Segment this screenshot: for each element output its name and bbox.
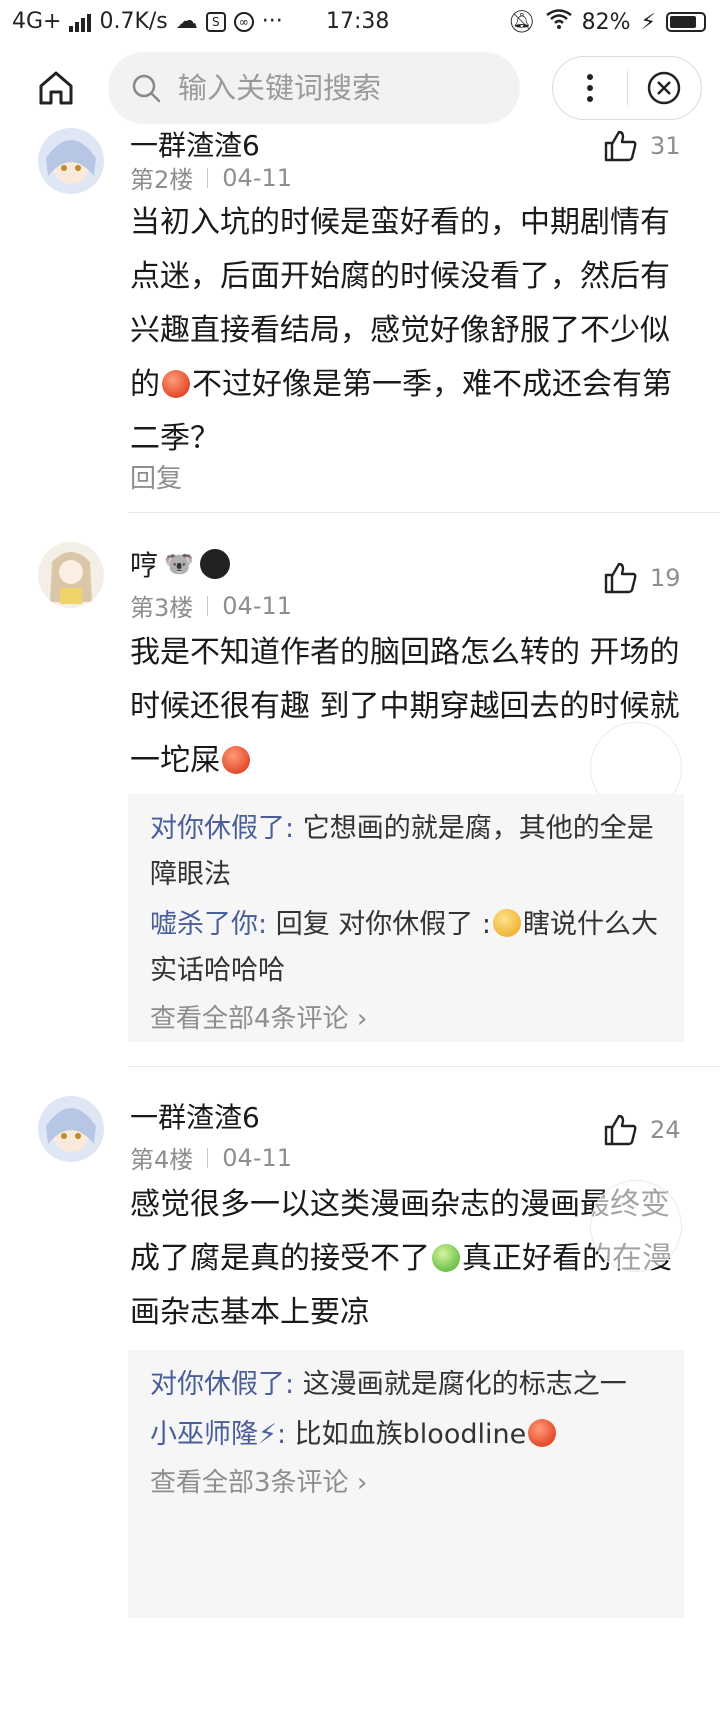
avatar[interactable] <box>38 542 104 608</box>
black-face-icon <box>199 549 230 579</box>
comment-meta: 第4楼 04-11 <box>130 1140 292 1175</box>
comment-meta: 第3楼 04-11 <box>130 588 292 623</box>
chevron-right-icon: › <box>356 1004 368 1034</box>
charging-icon: ⚡ <box>640 9 656 35</box>
sub-comment: 对你休假了: 这漫画就是腐化的标志之一 <box>150 1369 627 1400</box>
comment-text: 当初入坑的时候是蛮好看的，中期剧情有点迷，后面开始腐的时候没看了，然后有兴趣直接… <box>130 205 672 456</box>
divider <box>128 512 720 513</box>
divider <box>128 1066 720 1067</box>
angry-emoji-icon <box>162 370 190 398</box>
reply-button[interactable]: 回复 <box>130 458 182 495</box>
sub-comment-user[interactable]: 小巫师隆⚡: <box>150 1419 286 1450</box>
more-button[interactable] <box>553 57 627 119</box>
signal-icon <box>69 12 92 32</box>
like-count: 19 <box>650 564 681 592</box>
close-button[interactable] <box>628 57 702 119</box>
wifi-icon <box>545 9 572 35</box>
comment-meta: 第2楼 04-11 <box>130 160 292 195</box>
avatar[interactable] <box>38 128 104 194</box>
like-button[interactable]: 24 <box>604 1114 681 1146</box>
clock: 17:38 <box>326 9 390 34</box>
sub-comment-user[interactable]: 嘘杀了你: <box>150 909 267 940</box>
thumbs-up-icon <box>604 562 637 594</box>
status-bar: 4G+ 0.7K/s ☁ S ∞ ··· 17:38 🔕︎ 82% ⚡ <box>0 0 720 48</box>
more-vertical-icon <box>586 74 593 102</box>
angry-emoji-icon <box>528 1419 557 1447</box>
sub-comment-user[interactable]: 对你休假了: <box>150 813 294 844</box>
sub-comment-user[interactable]: 对你休假了: <box>150 1369 294 1400</box>
mute-icon: 🔕︎ <box>507 9 536 35</box>
mini-program-capsule <box>552 56 702 120</box>
close-icon <box>648 71 681 105</box>
top-bar <box>0 48 720 128</box>
username[interactable]: 哼 🐨 <box>130 544 230 584</box>
app-notification-icon: S <box>205 11 226 32</box>
like-count: 24 <box>650 1116 681 1144</box>
sub-comment-box: 对你休假了: 这漫画就是腐化的标志之一 小巫师隆⚡: 比如血族bloodline… <box>128 1350 684 1618</box>
battery-percent: 82% <box>581 9 631 35</box>
home-button[interactable] <box>30 62 82 114</box>
thumbs-up-icon <box>604 130 637 162</box>
app-notification-icon-2: ∞ <box>233 11 254 32</box>
date-label: 04-11 <box>222 591 293 620</box>
thumbs-up-icon <box>604 1114 637 1146</box>
sub-comment: 嘘杀了你: 回复 对你休假了 : 瞎说什么大实话哈哈哈 <box>150 909 658 986</box>
view-all-replies-link[interactable]: 查看全部3条评论 › <box>150 1462 662 1504</box>
like-button[interactable]: 31 <box>604 130 681 162</box>
like-count: 31 <box>650 132 681 160</box>
search-input[interactable] <box>176 70 500 106</box>
chevron-right-icon: › <box>356 1468 368 1498</box>
floating-button-ghost <box>590 1180 682 1272</box>
username[interactable]: 一群渣渣6 <box>130 1096 260 1136</box>
username[interactable]: 一群渣渣6 <box>130 124 260 164</box>
smirk-emoji-icon <box>492 909 521 937</box>
network-speed: 0.7K/s <box>99 9 168 34</box>
home-icon <box>39 71 73 105</box>
sub-comment: 对你休假了: 它想画的就是腐，其他的全是障眼法 <box>150 813 654 890</box>
more-notifications: ··· <box>261 9 283 34</box>
search-bar[interactable] <box>108 52 520 124</box>
sick-emoji-icon <box>432 1244 460 1272</box>
like-button[interactable]: 19 <box>604 562 681 594</box>
floor-label: 第4楼 <box>130 1146 194 1174</box>
cloud-icon: ☁ <box>175 9 198 34</box>
date-label: 04-11 <box>222 1143 293 1172</box>
network-type: 4G+ <box>12 9 62 34</box>
avatar[interactable] <box>38 1096 104 1162</box>
view-all-replies-link[interactable]: 查看全部4条评论 › <box>150 998 662 1040</box>
search-icon <box>132 74 161 103</box>
sub-comment: 小巫师隆⚡: 比如血族bloodline <box>150 1412 662 1458</box>
floor-label: 第2楼 <box>130 166 194 194</box>
date-label: 04-11 <box>222 163 293 192</box>
angry-emoji-icon <box>222 746 250 774</box>
koala-emoji-icon: 🐨 <box>164 550 194 578</box>
sub-comment-box: 对你休假了: 它想画的就是腐，其他的全是障眼法 嘘杀了你: 回复 对你休假了 :… <box>128 794 684 1042</box>
battery-icon <box>666 12 706 32</box>
floor-label: 第3楼 <box>130 594 194 622</box>
